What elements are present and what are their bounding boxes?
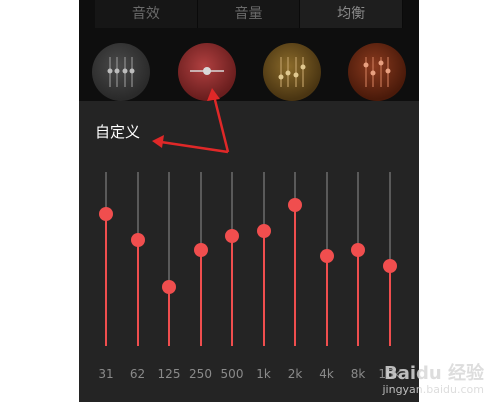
eq-slider-fill <box>262 231 265 346</box>
eq-slider-handle[interactable] <box>162 279 176 294</box>
eq-slider-fill <box>199 250 202 346</box>
eq-slider-fill <box>231 236 233 346</box>
watermark-url: jingyan.baidu.com <box>382 383 484 396</box>
eq-band-8k: 8k <box>343 160 373 390</box>
eq-slider-handle[interactable] <box>193 243 208 258</box>
eq-slider-handle[interactable] <box>256 224 271 239</box>
preset-name-label: 自定义 <box>95 123 141 141</box>
eq-slider-fill <box>388 265 391 346</box>
eq-slider-fill <box>168 286 170 346</box>
eq-band-16k: 16k <box>375 160 405 390</box>
equalizer: 31 62 125 250 500 1k 2k 4k 8k 16k <box>79 160 419 390</box>
phone-screen: 音效 音量 均衡 自定义 31 62 125 250 500 1k 2k 4k … <box>79 0 419 402</box>
eq-slider-handle[interactable] <box>351 243 365 258</box>
eq-band-2k: 2k <box>280 160 310 390</box>
eq-slider-handle[interactable] <box>288 198 302 213</box>
eq-slider-handle[interactable] <box>99 206 113 221</box>
eq-slider-fill <box>357 250 359 346</box>
eq-band-31: 31 <box>91 160 121 390</box>
eq-band-125: 125 <box>154 160 184 390</box>
tab-equalizer[interactable]: 均衡 <box>300 0 404 28</box>
preset-copper-button[interactable] <box>348 43 406 101</box>
eq-slider-handle[interactable] <box>130 232 145 247</box>
preset-custom-button[interactable] <box>178 43 236 101</box>
preset-gold-button[interactable] <box>263 43 321 101</box>
preset-neutral-button[interactable] <box>92 43 150 101</box>
effect-panel: 音效 音量 均衡 <box>79 0 419 101</box>
eq-slider-fill <box>105 213 107 346</box>
equalizer-sliders-icon <box>363 57 391 87</box>
eq-band-4k: 4k <box>312 160 342 390</box>
watermark-logo-text: Baidu 经验 <box>383 363 484 384</box>
tab-volume[interactable]: 音量 <box>197 0 301 28</box>
eq-slider-fill <box>136 239 139 346</box>
eq-slider-handle[interactable] <box>319 248 334 263</box>
tab-sound-effect[interactable]: 音效 <box>95 0 198 28</box>
eq-slider-fill <box>325 255 328 346</box>
eq-band-1k: 1k <box>249 160 279 390</box>
eq-slider-fill <box>294 205 296 346</box>
eq-band-500: 500 <box>217 160 247 390</box>
eq-band-250: 250 <box>186 160 216 390</box>
tab-bar: 音效 音量 均衡 <box>95 0 404 28</box>
equalizer-sliders-icon <box>278 57 306 87</box>
custom-slider-icon <box>190 67 224 75</box>
eq-band-62: 62 <box>123 160 153 390</box>
eq-slider-handle[interactable] <box>382 258 397 273</box>
equalizer-sliders-icon <box>107 57 135 87</box>
watermark: Baidu 经验 jingyan.baidu.com <box>382 364 484 396</box>
eq-slider-handle[interactable] <box>225 229 239 244</box>
